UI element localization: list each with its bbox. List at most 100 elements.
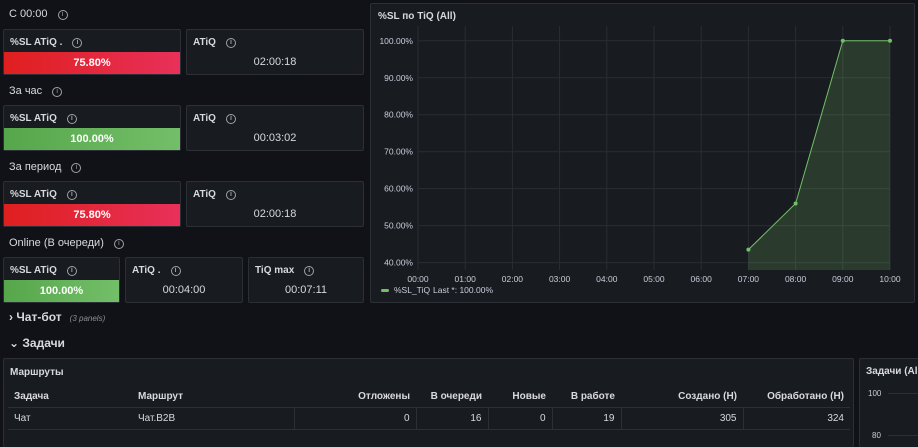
stat-panel-atiq[interactable]: ATiQ .i 00:04:00	[125, 257, 243, 303]
x-tick-label: 09:00	[832, 274, 854, 284]
column-header[interactable]: Новые	[488, 385, 552, 408]
info-icon[interactable]: i	[170, 266, 181, 276]
stat-value-bar: 75.80%	[4, 204, 180, 226]
legend-swatch	[381, 289, 389, 292]
y-tick-label: 90.00%	[384, 73, 413, 83]
panel-title: TiQ max i	[255, 265, 315, 276]
routes-table: Задача Маршрут Отложены В очереди Новые …	[8, 385, 850, 430]
stat-panel-atiq[interactable]: ATiQ i 00:03:02	[186, 105, 364, 151]
stat-panel-sl-atiq[interactable]: %SL ATiQ i 100.00%	[3, 257, 120, 303]
row-panel-count: (3 panels)	[69, 314, 106, 323]
panel-title: ATiQ i	[193, 189, 236, 200]
panel-title: ATiQ .i	[132, 265, 181, 276]
info-icon[interactable]: i	[71, 163, 82, 173]
info-icon[interactable]: i	[52, 87, 63, 97]
panel-title: Задачи (All	[866, 366, 918, 377]
column-header[interactable]: Создано (Н)	[621, 385, 743, 408]
section-title-last-hour: За час i	[9, 85, 63, 97]
legend-stat: Last *: 100.00%	[433, 285, 493, 295]
info-icon[interactable]: i	[72, 38, 83, 48]
table-cell: 324	[743, 407, 850, 430]
data-point	[793, 201, 798, 206]
gridline	[888, 393, 918, 394]
x-tick-label: 06:00	[691, 274, 713, 284]
section-label: Online (В очереди)	[9, 237, 104, 249]
stat-value: 00:07:11	[284, 284, 327, 296]
info-icon[interactable]: i	[66, 266, 77, 276]
stat-panel-sl-atiq[interactable]: %SL ATiQ i 100.00%	[3, 105, 181, 151]
y-tick-label: 50.00%	[384, 221, 413, 231]
info-icon[interactable]: i	[66, 114, 77, 124]
info-icon[interactable]: i	[113, 239, 124, 249]
info-icon[interactable]: i	[225, 38, 236, 48]
section-title-online: Online (В очереди) i	[9, 237, 124, 249]
stat-panel-atiq[interactable]: ATiQ i 02:00:18	[186, 29, 364, 75]
x-tick-label: 03:00	[549, 274, 571, 284]
table-cell: Чат.B2B	[132, 407, 295, 430]
y-tick-label: 100	[868, 389, 882, 398]
info-icon[interactable]: i	[225, 190, 236, 200]
data-point	[840, 38, 845, 43]
x-tick-label: 04:00	[596, 274, 618, 284]
stat-panel-sl-atiq[interactable]: %SL ATiQ i 75.80%	[3, 181, 181, 227]
info-icon[interactable]: i	[66, 190, 77, 200]
section-title-period: За период i	[9, 161, 82, 173]
row-label: Задачи	[22, 336, 65, 350]
panel-title: ATiQ i	[193, 113, 236, 124]
x-tick-label: 05:00	[643, 274, 665, 284]
column-header[interactable]: В работе	[552, 385, 621, 408]
stat-panel-sl-atiq[interactable]: %SL ATiQ .i 75.80%	[3, 29, 181, 75]
chart-panel-sl-tiq[interactable]: %SL по TiQ (All) 00:00 01:00 02:00 03:00 04:…	[370, 3, 915, 303]
column-header[interactable]: Маршрут	[132, 385, 294, 408]
section-label: За период	[9, 161, 62, 173]
panel-title: %SL ATiQ i	[10, 113, 77, 124]
table-cell: Чат	[8, 407, 132, 430]
info-icon[interactable]: i	[304, 266, 315, 276]
row-chatbot[interactable]: › Чат-бот (3 panels)	[9, 310, 105, 324]
x-tick-label: 02:00	[502, 274, 524, 284]
table-cell: 19	[552, 407, 622, 430]
x-tick-label: 08:00	[785, 274, 807, 284]
chart-svg: 00:00 01:00 02:00 03:00 04:00 05:00 06:00 07:00…	[379, 26, 901, 295]
row-label: Чат-бот	[16, 310, 62, 324]
x-tick-label: 00:00	[407, 274, 429, 284]
y-tick-label: 100.00%	[379, 36, 413, 46]
stat-value-bar: 100.00%	[4, 128, 180, 150]
stat-value-bar: 75.80%	[4, 52, 180, 74]
section-label: С 00:00	[9, 8, 48, 20]
table-cell: 305	[621, 407, 744, 430]
y-tick-label: 70.00%	[384, 147, 413, 157]
y-tick-label: 60.00%	[384, 184, 413, 194]
table-cell: 0	[294, 407, 417, 430]
section-label: За час	[9, 85, 43, 97]
panel-title: %SL ATiQ i	[10, 265, 77, 276]
column-header[interactable]: Отложены	[294, 385, 416, 408]
stat-value: 02:00:18	[253, 208, 297, 220]
section-title-since-midnight: С 00:00 i	[9, 8, 68, 20]
column-header[interactable]: Обработано (Н)	[743, 385, 850, 408]
column-header[interactable]: В очереди	[416, 385, 488, 408]
row-tasks[interactable]: ⌄ Задачи	[9, 336, 65, 350]
stat-panel-tiq-max[interactable]: TiQ max i 00:07:11	[248, 257, 364, 303]
y-tick-label: 80.00%	[384, 110, 413, 120]
stat-value: 00:03:02	[253, 132, 297, 144]
table-cell: 0	[488, 407, 553, 430]
chevron-right-icon: ›	[9, 310, 13, 324]
table-header-row: Задача Маршрут Отложены В очереди Новые …	[8, 385, 850, 408]
routes-panel: Маршруты Задача Маршрут Отложены В очере…	[3, 358, 854, 447]
data-point	[746, 247, 751, 252]
info-icon[interactable]: i	[57, 10, 68, 20]
table-cell: 16	[416, 407, 489, 430]
stat-panel-atiq[interactable]: ATiQ i 02:00:18	[186, 181, 364, 227]
column-header[interactable]: Задача	[8, 385, 132, 408]
legend-label: %SL_TiQ	[394, 285, 430, 295]
panel-title: Маршруты	[10, 367, 64, 378]
x-tick-label: 10:00	[879, 274, 901, 284]
y-tick-label: 80	[872, 431, 881, 440]
x-tick-label: 07:00	[738, 274, 760, 284]
series-area	[748, 40, 890, 271]
table-row[interactable]: Чат Чат.B2B 0 16 0 19 305 324	[8, 407, 850, 430]
data-point	[888, 38, 892, 43]
info-icon[interactable]: i	[225, 114, 236, 124]
tasks-all-panel: Задачи (All 100 80	[859, 358, 918, 447]
